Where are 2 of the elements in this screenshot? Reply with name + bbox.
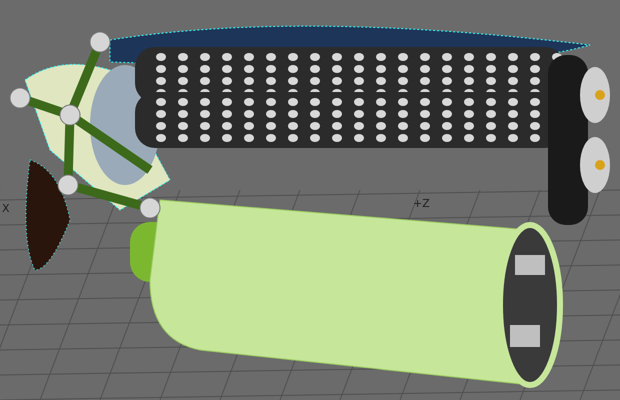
axis-label: +Z [413, 198, 430, 209]
axis-label: X [2, 203, 10, 214]
